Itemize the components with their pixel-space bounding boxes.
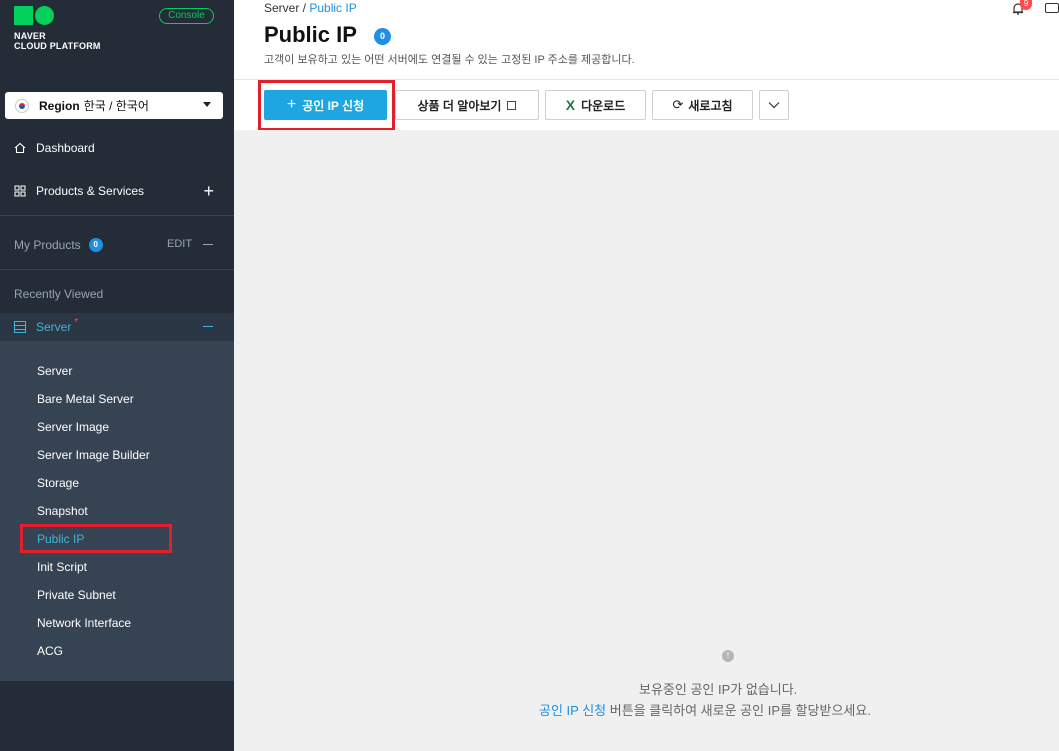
region-value: 한국 / 한국어 <box>83 99 149 113</box>
chevron-down-icon <box>768 102 780 109</box>
page-subtitle: 고객이 보유하고 있는 어떤 서버에도 연결될 수 있는 고정된 IP 주소를 … <box>264 54 635 66</box>
breadcrumb-root[interactable]: Server / <box>264 1 306 15</box>
chat-icon[interactable] <box>1045 3 1059 13</box>
learn-more-button[interactable]: 상품 더 알아보기 <box>395 90 539 120</box>
plus-icon[interactable]: + <box>203 182 214 200</box>
refresh-icon: ⟳ <box>672 97 684 112</box>
nav-dashboard[interactable]: Dashboard <box>0 140 234 156</box>
logo-line2: CLOUD PLATFORM <box>14 41 101 51</box>
highlight-box-apply-button <box>258 80 395 131</box>
sidebar-item-storage[interactable]: Storage <box>37 476 79 490</box>
download-button[interactable]: X 다운로드 <box>545 90 646 120</box>
refresh-label: 새로고침 <box>688 98 733 113</box>
console-button[interactable]: Console <box>159 8 214 24</box>
refresh-button[interactable]: ⟳ 새로고침 <box>652 90 753 120</box>
new-indicator: * <box>74 316 79 328</box>
notification-count-badge: 9 <box>1020 0 1032 10</box>
sidebar-item-bare-metal-server[interactable]: Bare Metal Server <box>37 392 134 406</box>
my-products-label: My Products <box>14 238 81 252</box>
nav-dashboard-label: Dashboard <box>36 141 95 155</box>
sidebar-item-snapshot[interactable]: Snapshot <box>37 504 88 518</box>
content-area <box>234 130 1059 751</box>
collapse-server-icon[interactable] <box>203 326 213 327</box>
empty-state-apply-link[interactable]: 공인 IP 신청 <box>539 703 606 718</box>
title-count-badge: 0 <box>374 28 391 45</box>
sidebar-item-network-interface[interactable]: Network Interface <box>37 616 131 630</box>
server-group-label: Server <box>36 320 72 334</box>
caret-down-icon <box>203 102 211 107</box>
grid-icon <box>14 185 26 197</box>
breadcrumb: Server / Public IP <box>264 1 357 15</box>
nav-products-label: Products & Services <box>36 184 145 198</box>
logo-line1: NAVER <box>14 31 46 41</box>
edit-button[interactable]: EDIT <box>167 238 192 250</box>
empty-state-message: 보유중인 공인 IP가 없습니다. <box>639 682 798 697</box>
sidebar-item-acg[interactable]: ACG <box>37 644 63 658</box>
more-dropdown-button[interactable] <box>759 90 789 120</box>
naver-cloud-logo[interactable]: NAVER CLOUD PLATFORM <box>14 6 101 51</box>
logo-mark <box>14 6 101 25</box>
empty-state-hint: 공인 IP 신청 버튼을 클릭하여 새로운 공인 IP를 할당받으세요. <box>539 700 871 719</box>
page-title: Public IP <box>264 22 357 47</box>
my-products[interactable]: My Products 0 <box>14 238 103 252</box>
learn-more-label: 상품 더 알아보기 <box>417 98 502 113</box>
server-icon <box>14 321 26 333</box>
sidebar-item-server[interactable]: Server <box>37 364 72 378</box>
sidebar: NAVER CLOUD PLATFORM Console Region 한국 /… <box>0 0 234 751</box>
excel-icon: X <box>565 97 576 113</box>
divider <box>0 215 234 216</box>
collapse-my-products-icon[interactable] <box>203 244 213 245</box>
server-group-header[interactable]: Server * <box>0 313 234 341</box>
external-link-icon <box>507 100 517 110</box>
sidebar-item-server-image-builder[interactable]: Server Image Builder <box>37 448 150 462</box>
download-label: 다운로드 <box>581 98 626 113</box>
info-icon: ! <box>722 650 734 662</box>
server-submenu: Server Bare Metal Server Server Image Se… <box>0 341 234 681</box>
sidebar-item-init-script[interactable]: Init Script <box>37 560 87 574</box>
my-products-count-badge: 0 <box>88 238 103 252</box>
home-icon <box>14 142 26 154</box>
logo-text: NAVER CLOUD PLATFORM <box>14 31 101 51</box>
region-label: Region <box>39 98 80 113</box>
korea-flag-icon <box>15 98 29 113</box>
recently-viewed-label: Recently Viewed <box>14 287 104 301</box>
breadcrumb-current[interactable]: Public IP <box>309 1 356 15</box>
nav-products-services[interactable]: Products & Services + <box>0 182 234 200</box>
divider <box>0 269 234 270</box>
region-select[interactable]: Region 한국 / 한국어 <box>5 92 223 119</box>
sidebar-item-server-image[interactable]: Server Image <box>37 420 109 434</box>
sidebar-item-private-subnet[interactable]: Private Subnet <box>37 588 116 602</box>
empty-state-hint-text: 버튼을 클릭하여 새로운 공인 IP를 할당받으세요. <box>606 703 871 718</box>
highlight-box-public-ip <box>20 524 172 553</box>
